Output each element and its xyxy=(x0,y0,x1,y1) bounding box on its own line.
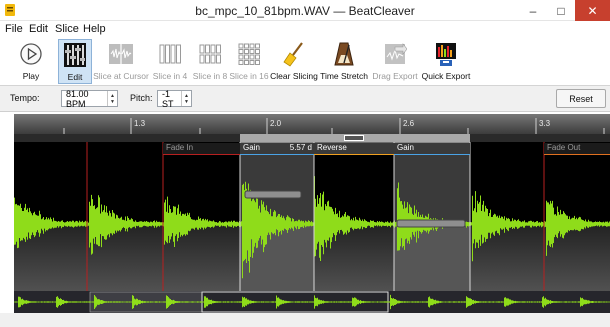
slice-in-8-icon xyxy=(199,44,221,64)
time-stretch-label: Time Stretch xyxy=(320,71,368,81)
gain2-text: Gain xyxy=(397,143,414,152)
overview-strip[interactable] xyxy=(14,291,610,313)
waveform-canvas xyxy=(14,142,610,304)
slice-in-16-button[interactable]: Slice in 16 xyxy=(229,39,269,84)
edit-sliders-icon xyxy=(64,43,86,67)
gain-slice-label[interactable]: Gain 5.57 d xyxy=(240,143,314,155)
edit-label: Edit xyxy=(67,72,83,82)
time-stretch-button[interactable]: Time Stretch xyxy=(320,39,368,84)
pitch-value: -1 ST xyxy=(162,88,174,109)
fade-in-text: Fade In xyxy=(166,143,194,152)
tempo-value: 81.00 BPM xyxy=(66,88,89,109)
menu-slice[interactable]: Slice xyxy=(55,23,79,35)
tempo-label: Tempo: xyxy=(10,93,40,103)
broom-icon xyxy=(283,42,303,67)
toolbar: Play Edit Slice at Cursor Slice in 4 Sli… xyxy=(0,39,610,86)
quick-export-label: Quick Export xyxy=(421,71,471,81)
play-circle-icon xyxy=(20,43,42,65)
slice-in-4-icon xyxy=(159,44,181,64)
pitch-label: Pitch: xyxy=(130,93,153,103)
ruler-label: 1.3 xyxy=(134,119,146,128)
reverse-slice-label[interactable]: Reverse xyxy=(314,143,394,155)
slice-in-8-label: Slice in 8 xyxy=(192,71,228,81)
gain-handle-1[interactable] xyxy=(244,190,302,199)
clear-slicing-button[interactable]: Clear Slicing xyxy=(270,39,318,84)
status-bar xyxy=(0,313,610,327)
drag-export-button[interactable]: Drag Export xyxy=(372,39,418,84)
menu-file[interactable]: File xyxy=(5,23,23,35)
quick-export-icon xyxy=(436,43,456,66)
slice-in-4-label: Slice in 4 xyxy=(152,71,188,81)
close-button[interactable]: ✕ xyxy=(575,0,610,21)
loop-handle[interactable] xyxy=(344,135,364,141)
ruler-ticks xyxy=(63,118,605,134)
minimize-button[interactable]: – xyxy=(519,0,547,21)
title-bar: bc_mpc_10_81bpm.WAV — BeatCleaver – □ ✕ xyxy=(0,0,610,21)
control-bar: Tempo: 81.00 BPM ▲ ▼ Pitch: -1 ST ▲ ▼ Rese… xyxy=(0,86,610,112)
ruler-label: 3.3 xyxy=(539,119,551,128)
fade-in-slice-label[interactable]: Fade In xyxy=(163,143,240,155)
gain-value: 5.57 d xyxy=(289,143,312,152)
slice-in-16-icon xyxy=(238,43,260,65)
slice-in-4-button[interactable]: Slice in 4 xyxy=(151,39,189,84)
gain2-slice-label[interactable]: Gain xyxy=(394,143,470,155)
slice-at-cursor-icon xyxy=(109,44,133,64)
slice-at-cursor-button[interactable]: Slice at Cursor xyxy=(93,39,149,84)
pitch-spinbox[interactable]: -1 ST ▲ ▼ xyxy=(157,88,192,109)
clear-slicing-label: Clear Slicing xyxy=(270,71,318,81)
quick-export-button[interactable]: Quick Export xyxy=(421,39,471,84)
reset-button[interactable]: Reset xyxy=(556,89,606,108)
overview-waveform xyxy=(14,291,610,313)
tempo-stepper-arrows[interactable]: ▲ ▼ xyxy=(107,91,117,106)
waveform-editor[interactable]: 1.3 2.0 2.6 3.3 Fade In Gain 5.57 d Reve… xyxy=(14,114,610,316)
fade-out-slice-label[interactable]: Fade Out xyxy=(544,143,610,155)
menu-edit[interactable]: Edit xyxy=(29,23,48,35)
menu-help[interactable]: Help xyxy=(83,23,106,35)
slice-at-cursor-label: Slice at Cursor xyxy=(93,71,149,81)
slice-in-16-label: Slice in 16 xyxy=(229,71,269,81)
play-label: Play xyxy=(22,71,40,81)
menu-bar: File Edit Slice Help xyxy=(0,21,610,39)
fade-out-text: Fade Out xyxy=(547,143,581,152)
maximize-button[interactable]: □ xyxy=(547,0,575,21)
slice-handle-bar xyxy=(14,134,610,142)
drag-export-icon xyxy=(385,43,407,64)
edit-button[interactable]: Edit xyxy=(58,39,92,84)
pitch-stepper-arrows[interactable]: ▲ ▼ xyxy=(181,91,191,106)
slice-in-8-button[interactable]: Slice in 8 xyxy=(191,39,229,84)
ruler-label: 2.6 xyxy=(403,119,415,128)
timeline-ruler[interactable]: 1.3 2.0 2.6 3.3 xyxy=(14,114,610,134)
tempo-spinbox[interactable]: 81.00 BPM ▲ ▼ xyxy=(61,88,118,109)
ruler-label: 2.0 xyxy=(270,119,282,128)
drag-export-label: Drag Export xyxy=(372,71,418,81)
reverse-text: Reverse xyxy=(317,143,347,152)
gain-text: Gain xyxy=(243,143,260,152)
play-button[interactable]: Play xyxy=(14,39,48,84)
metronome-icon xyxy=(334,42,354,66)
gain-handle-2[interactable] xyxy=(396,219,466,228)
